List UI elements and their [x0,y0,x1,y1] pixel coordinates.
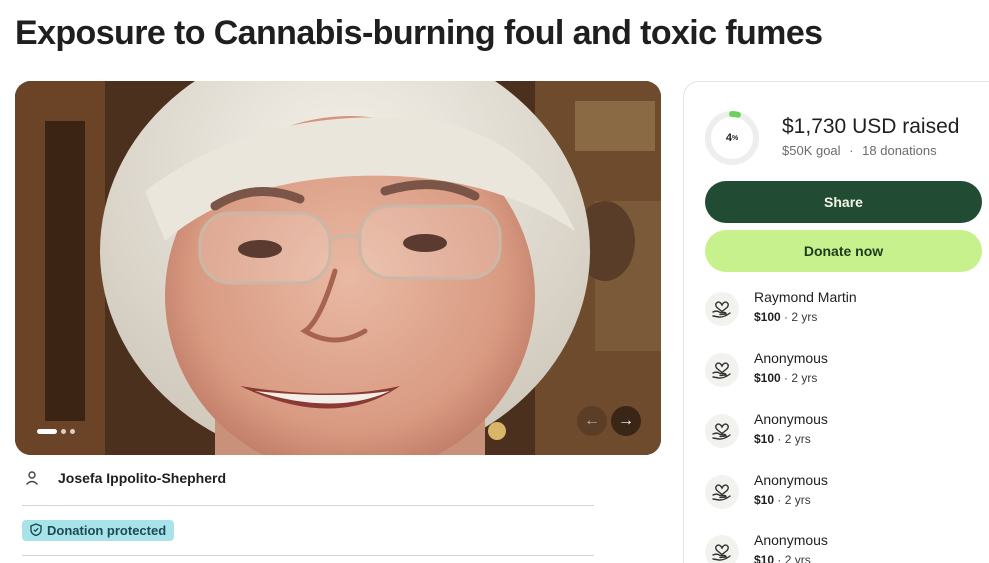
divider [22,505,594,506]
donor-meta: $100 · 2 yrs [754,371,818,385]
organizer-name[interactable]: Josefa Ippolito-Shepherd [58,470,226,486]
donor-item: Anonymous $10 · 2 yrs [705,411,985,459]
separator: · [849,143,854,158]
heart-hand-icon [705,535,739,563]
heart-hand-icon [705,475,739,509]
heart-hand-icon [705,353,739,387]
share-button[interactable]: Share [705,181,982,223]
page-title: Exposure to Cannabis-burning foul and to… [15,14,823,52]
campaign-photo[interactable]: ← → [15,81,661,455]
campaign-photo-illustration [15,81,661,455]
donor-meta: $10 · 2 yrs [754,553,811,563]
carousel-dot-active[interactable] [37,429,57,434]
progress-percent: 4% [725,132,739,144]
donor-name: Anonymous [754,350,828,366]
donor-item: Raymond Martin $100 · 2 yrs [705,289,985,337]
donate-now-button[interactable]: Donate now [705,230,982,272]
donor-meta: $100 · 2 yrs [754,310,818,324]
amount-raised: $1,730 USD raised [782,115,960,138]
organizer[interactable]: Josefa Ippolito-Shepherd [22,468,226,488]
divider [22,555,594,556]
donor-item: Anonymous $10 · 2 yrs [705,532,985,563]
donor-name: Anonymous [754,472,828,488]
donor-item: Anonymous $100 · 2 yrs [705,350,985,398]
donor-name: Anonymous [754,411,828,427]
badge-label: Donation protected [47,523,167,538]
heart-hand-icon [705,414,739,448]
heart-hand-icon [705,292,739,326]
donor-meta: $10 · 2 yrs [754,493,811,507]
arrow-left-icon: ← [584,412,600,429]
donor-name: Raymond Martin [754,289,857,305]
donor-meta: $10 · 2 yrs [754,432,811,446]
goal-summary: $50K goal · 18 donations [782,143,937,158]
shield-icon [30,522,42,539]
donation-protected-badge[interactable]: Donation protected [22,520,175,541]
donation-count[interactable]: 18 donations [862,143,936,158]
goal-amount: $50K goal [782,143,841,158]
arrow-right-icon: → [618,412,634,429]
carousel-dot[interactable] [61,429,66,434]
carousel-next-button[interactable]: → [611,406,641,436]
donor-item: Anonymous $10 · 2 yrs [705,472,985,520]
user-icon [22,468,42,488]
carousel-prev-button[interactable]: ← [577,406,607,436]
donor-name: Anonymous [754,532,828,548]
carousel-indicator[interactable] [37,429,75,434]
carousel-dot[interactable] [70,429,75,434]
